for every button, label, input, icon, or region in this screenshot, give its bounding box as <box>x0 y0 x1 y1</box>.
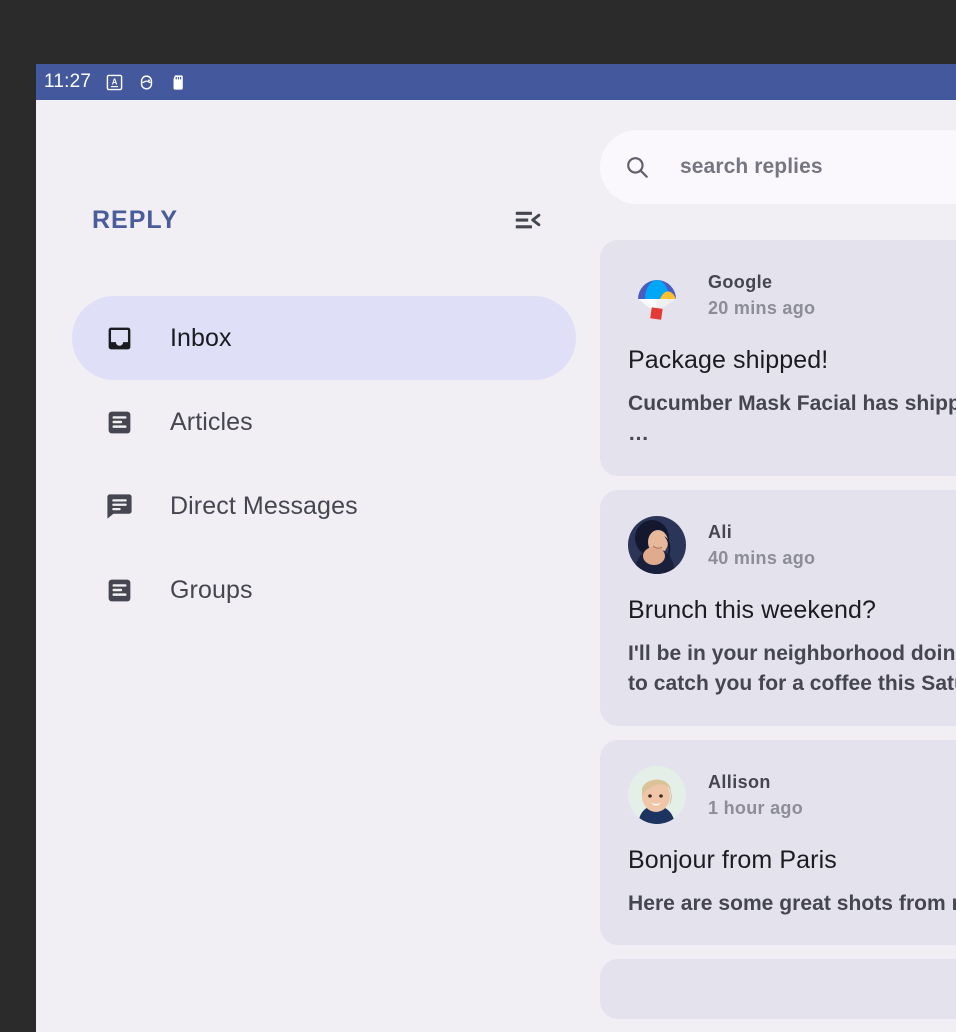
sender-block: Allison 1 hour ago <box>708 769 803 821</box>
status-bar: 11:27 A <box>36 64 956 100</box>
avatar <box>628 766 686 824</box>
svg-text:A: A <box>111 77 117 86</box>
email-preview: Here are some great shots from m <box>628 889 956 919</box>
sidebar-item-label: Articles <box>170 408 253 437</box>
article-icon <box>104 575 134 605</box>
sidebar-item-inbox[interactable]: Inbox <box>72 296 576 380</box>
email-subject: Package shipped! <box>628 346 956 375</box>
device-screen: 11:27 A <box>36 64 956 1032</box>
sidebar-item-label: Inbox <box>170 324 232 353</box>
sidebar-item-articles[interactable]: Articles <box>72 380 576 464</box>
email-header: Allison 1 hour ago <box>628 766 956 824</box>
drawer-header: REPLY <box>92 200 544 240</box>
sender-time: 20 mins ago <box>708 295 815 321</box>
sender-block: Google 20 mins ago <box>708 269 815 321</box>
search-icon <box>624 154 650 180</box>
sidebar-item-label: Direct Messages <box>170 492 358 521</box>
android-debug-icon <box>137 73 155 91</box>
chat-bubble-icon <box>104 491 134 521</box>
avatar <box>628 266 686 324</box>
text-select-icon: A <box>105 73 123 91</box>
email-header: Ali 40 mins ago <box>628 516 956 574</box>
avatar <box>628 516 686 574</box>
navigation-list: Inbox Articles <box>72 296 576 632</box>
sender-block: Ali 40 mins ago <box>708 519 815 571</box>
email-list-item[interactable]: Ali 40 mins ago Brunch this weekend? I'l… <box>600 490 956 726</box>
sender-time: 1 hour ago <box>708 795 803 821</box>
search-placeholder: search replies <box>680 155 823 179</box>
email-list-item[interactable]: Allison 1 hour ago Bonjour from Paris He… <box>600 740 956 945</box>
sidebar-item-direct-messages[interactable]: Direct Messages <box>72 464 576 548</box>
app-body: REPLY <box>36 100 956 1032</box>
device-frame: 11:27 A <box>0 0 956 1032</box>
email-list: Google 20 mins ago Package shipped! Cucu… <box>600 240 956 1032</box>
email-list-item[interactable]: Google 20 mins ago Package shipped! Cucu… <box>600 240 956 476</box>
menu-open-icon[interactable] <box>510 203 544 237</box>
email-header: Google 20 mins ago <box>628 266 956 324</box>
inbox-icon <box>104 323 134 353</box>
navigation-drawer: REPLY <box>36 100 600 1032</box>
sidebar-item-label: Groups <box>170 576 253 605</box>
app-title: REPLY <box>92 206 178 235</box>
search-input[interactable]: search replies <box>600 130 956 204</box>
article-icon <box>104 407 134 437</box>
sender-name: Ali <box>708 519 815 545</box>
sidebar-item-groups[interactable]: Groups <box>72 548 576 632</box>
email-preview: I'll be in your neighborhood doing to ca… <box>628 639 956 700</box>
email-list-item[interactable] <box>600 959 956 1019</box>
sender-time: 40 mins ago <box>708 545 815 571</box>
email-preview: Cucumber Mask Facial has shippe … <box>628 389 956 450</box>
sender-name: Google <box>708 269 815 295</box>
email-subject: Brunch this weekend? <box>628 596 956 625</box>
email-subject: Bonjour from Paris <box>628 846 956 875</box>
status-bar-clock: 11:27 <box>44 71 91 93</box>
sender-name: Allison <box>708 769 803 795</box>
sd-card-icon <box>169 73 187 91</box>
email-list-pane: search replies <box>600 100 956 1032</box>
